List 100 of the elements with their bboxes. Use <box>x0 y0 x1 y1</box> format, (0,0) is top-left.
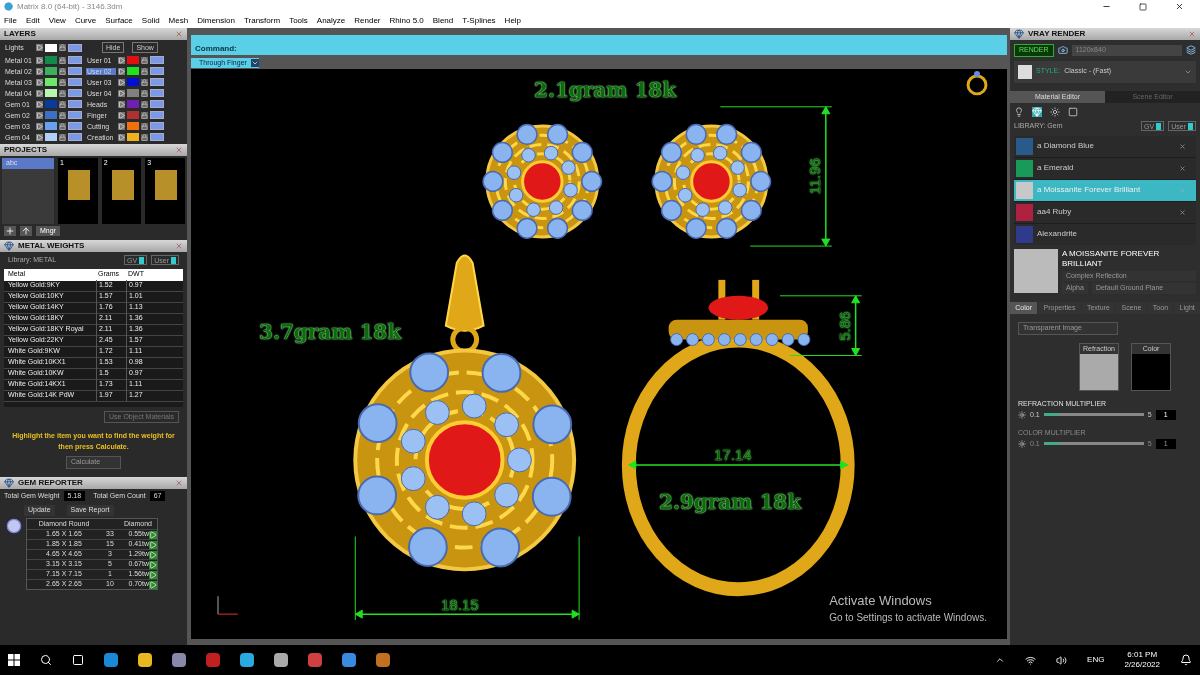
expand-icon[interactable] <box>118 100 125 108</box>
taskbar-app-icon[interactable] <box>138 653 152 667</box>
taskbar-app-icon[interactable] <box>376 653 390 667</box>
layer-color-swatch[interactable] <box>45 122 57 130</box>
expand-icon[interactable] <box>36 111 43 119</box>
layer-color-swatch[interactable] <box>127 100 139 108</box>
expand-icon[interactable] <box>118 78 125 86</box>
lock-icon[interactable] <box>141 78 148 86</box>
taskbar-app-icon[interactable] <box>342 653 356 667</box>
layer-color-swatch[interactable] <box>127 78 139 86</box>
play-icon[interactable] <box>149 580 157 589</box>
layer-color-swatch[interactable] <box>127 122 139 130</box>
material-item[interactable]: a Diamond Blue <box>1014 135 1196 157</box>
lock-icon[interactable] <box>59 78 66 86</box>
material-item[interactable]: Alexandrite <box>1014 223 1196 245</box>
expand-icon[interactable] <box>36 56 43 64</box>
lock-icon[interactable] <box>59 89 66 97</box>
light-icon[interactable] <box>1014 107 1024 117</box>
menu-item[interactable]: Blend <box>432 14 454 27</box>
taskbar-app-icon[interactable] <box>240 653 254 667</box>
lock-icon[interactable] <box>59 100 66 108</box>
expand-icon[interactable] <box>118 133 125 141</box>
lock-icon[interactable] <box>141 111 148 119</box>
menu-item[interactable]: Render <box>354 14 381 27</box>
layer-color-swatch[interactable] <box>45 133 57 141</box>
menu-item[interactable]: Solid <box>141 14 160 27</box>
play-icon[interactable] <box>149 540 157 549</box>
material-item[interactable]: aa4 Ruby <box>1014 201 1196 223</box>
menu-item[interactable]: File <box>4 14 17 27</box>
volume-icon[interactable] <box>1056 654 1068 666</box>
expand-icon[interactable] <box>36 89 43 97</box>
ring-icon[interactable] <box>966 71 988 96</box>
menu-item[interactable]: Tools <box>289 14 308 27</box>
maximize-icon[interactable] <box>1139 2 1147 11</box>
expand-icon[interactable] <box>36 78 43 86</box>
lock-icon[interactable] <box>59 67 66 75</box>
remove-icon[interactable] <box>1179 142 1186 150</box>
close-icon[interactable] <box>1175 2 1184 11</box>
taskbar-app-icon[interactable] <box>172 653 186 667</box>
chevron-icon[interactable] <box>995 655 1006 665</box>
layer-mode-button[interactable] <box>68 43 82 52</box>
menu-item[interactable]: Edit <box>25 14 40 27</box>
menu-item[interactable]: Dimension <box>197 14 235 27</box>
lock-icon[interactable] <box>141 89 148 97</box>
up-icon[interactable] <box>20 226 32 236</box>
expand-icon[interactable] <box>36 67 43 75</box>
lock-icon[interactable] <box>141 100 148 108</box>
lock-icon[interactable] <box>59 133 66 141</box>
layer-color-swatch[interactable] <box>127 56 139 64</box>
layer-color-swatch[interactable] <box>45 56 57 64</box>
menu-item[interactable]: Mesh <box>168 14 189 27</box>
expand-icon[interactable] <box>118 111 125 119</box>
notification-icon[interactable] <box>1180 654 1192 666</box>
lock-icon[interactable] <box>59 122 66 130</box>
remove-icon[interactable] <box>1179 208 1186 216</box>
menu-item[interactable]: Analyze <box>316 14 346 27</box>
slider-track[interactable] <box>1043 413 1144 417</box>
menu-item[interactable]: View <box>48 14 66 27</box>
expand-icon[interactable] <box>118 89 125 97</box>
layer-color-swatch[interactable] <box>127 133 139 141</box>
lock-icon[interactable] <box>59 56 66 64</box>
network-icon[interactable] <box>1025 654 1037 666</box>
taskbar-app-icon[interactable] <box>206 653 220 667</box>
expand-icon[interactable] <box>118 122 125 130</box>
expand-icon[interactable] <box>36 133 43 141</box>
layer-color-swatch[interactable] <box>127 67 139 75</box>
layer-color-swatch[interactable] <box>127 111 139 119</box>
expand-icon[interactable] <box>36 100 43 108</box>
lock-icon[interactable] <box>59 111 66 119</box>
lock-icon[interactable] <box>141 133 148 141</box>
play-icon[interactable] <box>149 570 157 579</box>
camera-icon[interactable] <box>1057 45 1068 56</box>
slider-track[interactable] <box>1043 442 1144 446</box>
layers-icon[interactable] <box>1186 45 1196 56</box>
play-icon[interactable] <box>149 530 157 539</box>
lock-icon[interactable] <box>141 67 148 75</box>
search-icon[interactable] <box>40 654 52 666</box>
layer-color-swatch[interactable] <box>45 111 57 119</box>
menu-item[interactable]: Transform <box>243 14 281 27</box>
layer-color-swatch[interactable] <box>45 43 57 52</box>
remove-icon[interactable] <box>1179 164 1186 172</box>
lock-icon[interactable] <box>141 56 148 64</box>
windows-logo-icon[interactable] <box>8 654 20 666</box>
language-indicator[interactable]: ENG <box>1087 654 1105 666</box>
layer-color-swatch[interactable] <box>45 78 57 86</box>
expand-icon[interactable] <box>36 122 43 130</box>
expand-icon[interactable] <box>118 56 125 64</box>
taskbar-app-icon[interactable] <box>274 653 288 667</box>
layer-color-swatch[interactable] <box>45 89 57 97</box>
play-icon[interactable] <box>149 560 157 569</box>
menu-item[interactable]: Surface <box>105 14 133 27</box>
layer-color-swatch[interactable] <box>45 67 57 75</box>
menu-item[interactable]: T-Splines <box>462 14 496 27</box>
menu-item[interactable]: Curve <box>74 14 97 27</box>
menu-item[interactable]: Rhino 5.0 <box>389 14 424 27</box>
taskbar-app-icon[interactable] <box>308 653 322 667</box>
expand-icon[interactable] <box>118 67 125 75</box>
material-item[interactable]: a Emerald <box>1014 157 1196 179</box>
square-icon[interactable] <box>1068 107 1078 117</box>
task-view-icon[interactable] <box>72 654 84 666</box>
